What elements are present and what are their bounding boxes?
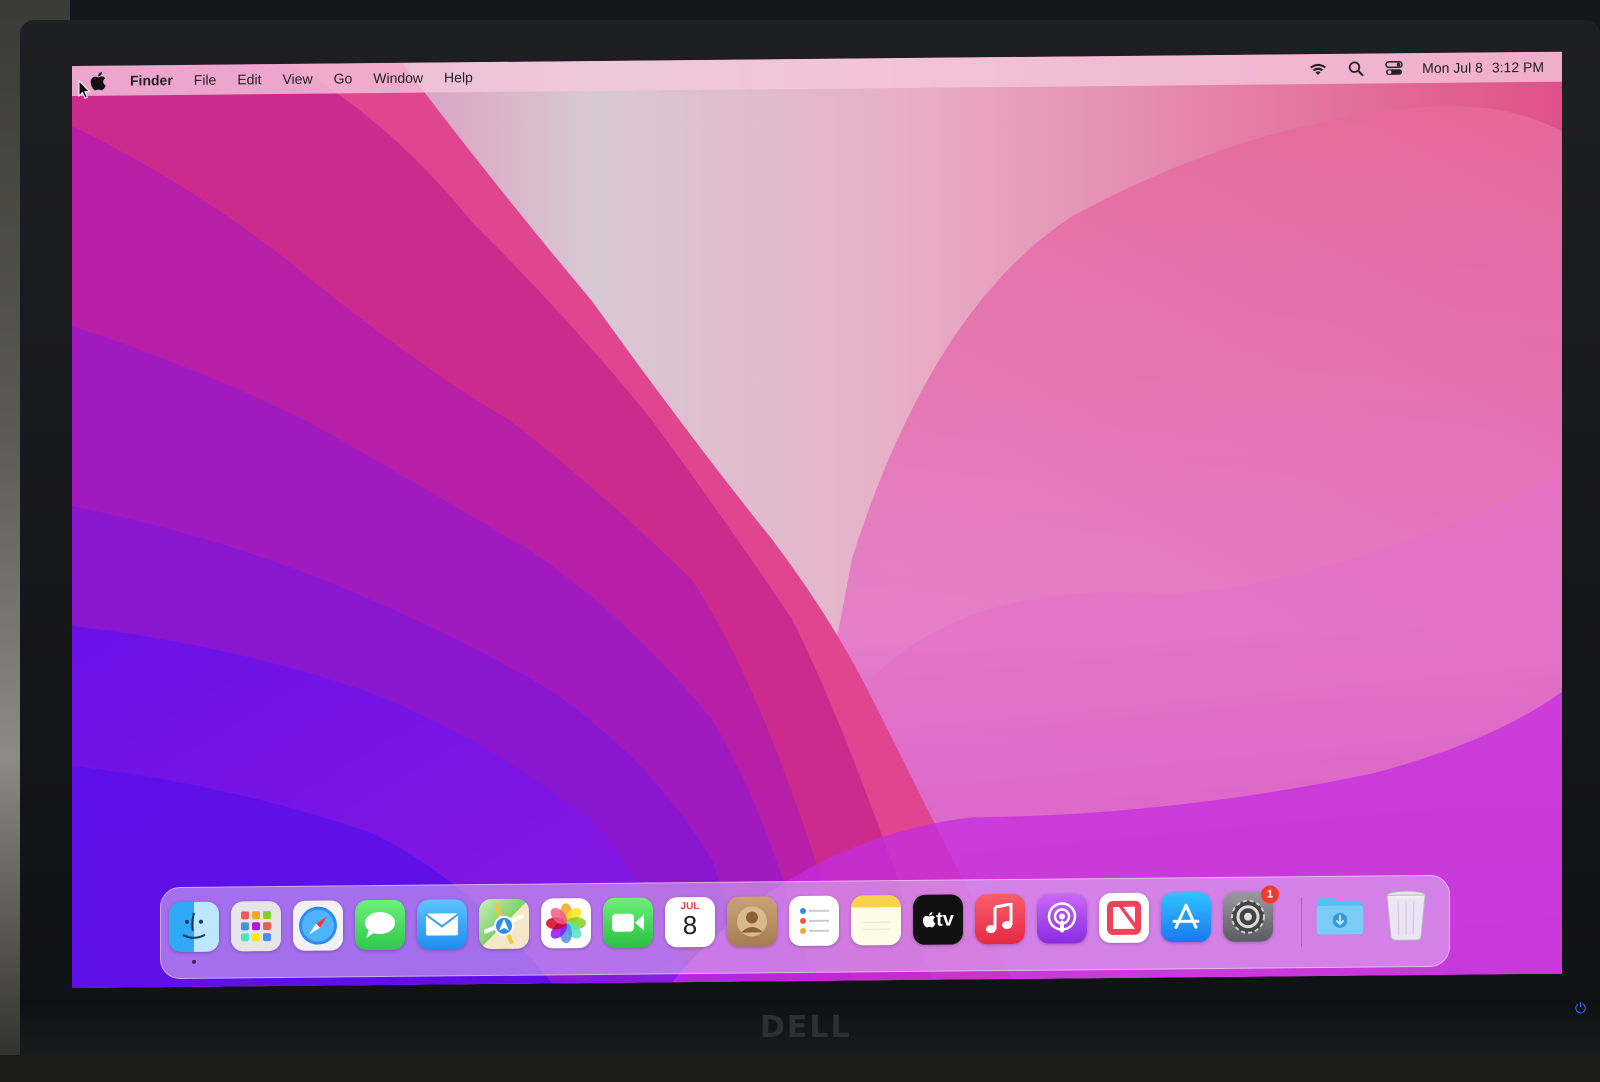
- mouse-pointer-icon: [78, 79, 91, 100]
- finder-running-indicator: [192, 959, 196, 964]
- desktop-wallpaper: [72, 51, 1562, 988]
- apple-logo-icon: [922, 912, 936, 928]
- dock-news[interactable]: [1099, 892, 1149, 944]
- notes-pad-icon: [862, 921, 890, 930]
- menu-edit[interactable]: Edit: [237, 71, 261, 87]
- menu-view[interactable]: View: [282, 71, 312, 87]
- menu-bar-status-area: Mon Jul 8 3:12 PM: [1308, 52, 1544, 84]
- apple-tv-label: tv: [936, 908, 954, 931]
- apple-menu-icon[interactable]: [90, 70, 112, 92]
- spotlight-search-icon[interactable]: [1346, 60, 1366, 78]
- dock-messages[interactable]: [355, 899, 405, 951]
- menu-go[interactable]: Go: [334, 70, 353, 86]
- menu-file[interactable]: File: [194, 72, 217, 88]
- dock-launchpad[interactable]: [231, 900, 281, 952]
- clock-date: Mon Jul 8: [1422, 59, 1483, 77]
- music-note-icon: [986, 902, 1013, 934]
- map-pin-icon: [484, 903, 524, 945]
- dock-notes[interactable]: [851, 895, 901, 946]
- control-center-icon[interactable]: [1384, 59, 1404, 77]
- power-icon[interactable]: ⏻: [1575, 1000, 1589, 1016]
- dock: JUL 8 tv 1: [160, 874, 1450, 980]
- video-camera-icon: [612, 913, 644, 932]
- screen: Finder File Edit View Go Window Help Mon…: [72, 51, 1562, 988]
- dock-apple-tv[interactable]: tv: [913, 894, 963, 945]
- envelope-icon: [425, 913, 459, 936]
- gear-icon: [1231, 899, 1265, 934]
- dock-music[interactable]: [975, 893, 1025, 945]
- dock-contacts[interactable]: [727, 896, 777, 947]
- launchpad-grid-icon: [241, 911, 271, 942]
- dock-finder[interactable]: [169, 901, 219, 953]
- clock-time: 3:12 PM: [1491, 58, 1544, 76]
- dock-safari[interactable]: [293, 900, 343, 951]
- downloads-folder-icon: [1316, 897, 1364, 935]
- podcast-broadcast-icon: [1047, 902, 1077, 933]
- speech-bubble-icon: [365, 912, 395, 939]
- reminders-list-icon: [800, 907, 829, 934]
- dock-reminders[interactable]: [789, 895, 839, 947]
- dock-calendar[interactable]: JUL 8: [665, 896, 715, 948]
- dock-system-preferences[interactable]: 1: [1223, 885, 1279, 942]
- desk-surface: [0, 1055, 1600, 1082]
- dock-separator: [1301, 897, 1302, 948]
- dock-podcasts[interactable]: [1037, 893, 1087, 944]
- monitor-brand-logo: DELL: [760, 1010, 852, 1045]
- dock-facetime[interactable]: [603, 897, 653, 948]
- dock-downloads-folder[interactable]: [1315, 891, 1365, 941]
- dock-maps[interactable]: [479, 898, 529, 950]
- menu-app-name[interactable]: Finder: [130, 72, 173, 88]
- dock-photos[interactable]: [541, 898, 591, 949]
- wifi-icon[interactable]: [1308, 60, 1328, 78]
- dock-mail[interactable]: [417, 899, 467, 950]
- app-store-a-icon: [1172, 903, 1200, 929]
- dock-app-store[interactable]: [1161, 892, 1211, 943]
- safari-compass-icon: [299, 906, 337, 945]
- news-icon: [1107, 900, 1141, 936]
- finder-face-icon: [182, 912, 206, 939]
- menu-bar-clock[interactable]: Mon Jul 8 3:12 PM: [1422, 59, 1544, 76]
- menu-window[interactable]: Window: [373, 70, 423, 86]
- dock-trash[interactable]: [1381, 890, 1431, 941]
- photos-flower-icon: [546, 903, 586, 944]
- trash-can-icon: [1386, 890, 1426, 941]
- calendar-day: 8: [682, 909, 698, 941]
- menu-help[interactable]: Help: [444, 69, 473, 85]
- notification-badge: 1: [1261, 885, 1279, 904]
- contact-person-icon: [737, 906, 767, 937]
